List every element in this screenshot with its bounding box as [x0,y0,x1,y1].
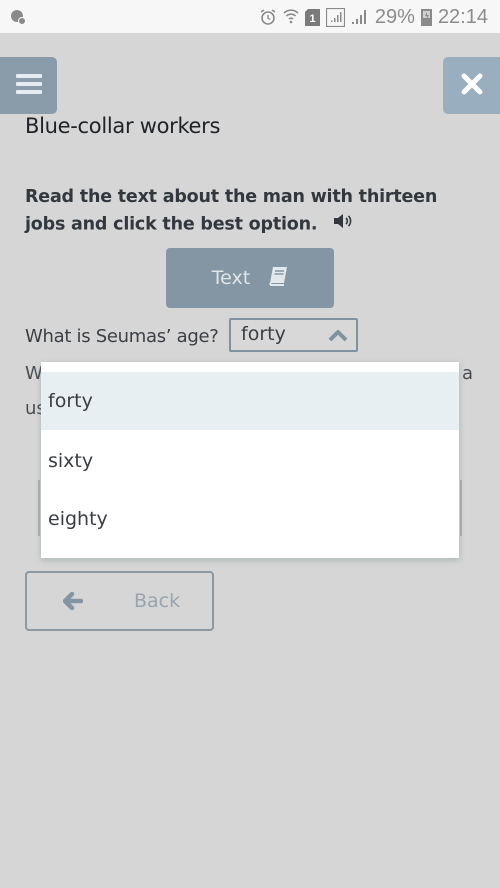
battery-percent: 29% [374,5,415,28]
alarm-icon [259,8,277,26]
notification-icon [10,9,26,25]
dropdown-option[interactable]: eighty [41,490,459,548]
option-label: eighty [48,508,108,530]
text-button[interactable]: Text [166,248,334,308]
back-button[interactable]: Back [25,571,214,631]
speaker-icon[interactable] [333,211,353,238]
clock: 22:14 [437,5,488,28]
hamburger-icon [15,73,42,99]
svg-text:1: 1 [309,13,315,25]
sim-icon: 1 [304,8,320,26]
select-value: forty [241,323,286,345]
text-button-label: Text [211,267,251,289]
instruction-text: Read the text about the man with thirtee… [25,184,475,239]
page-title: Blue-collar workers [25,114,221,138]
obscured-text: a [462,363,474,384]
close-button[interactable] [443,57,500,114]
signal-icon [351,8,369,26]
dropdown-option[interactable]: forty [41,372,459,430]
close-icon [461,73,483,99]
book-icon [268,266,288,290]
dropdown-option[interactable]: sixty [41,432,459,490]
arrow-left-icon [62,591,84,614]
signal-icon [325,7,345,27]
back-label: Back [134,590,181,612]
status-bar: 1 29% 22:14 [0,0,500,33]
age-dropdown-menu: forty sixty eighty [41,362,459,558]
chevron-up-icon [328,328,348,347]
wifi-icon [283,8,299,26]
option-label: sixty [48,450,94,472]
option-label: forty [48,390,93,412]
menu-button[interactable] [0,57,57,114]
instruction-label: Read the text about the man with thirtee… [25,187,438,235]
question-label: What is Seumas’ age? [25,326,219,347]
age-select[interactable]: forty [229,318,358,352]
battery-icon [420,8,432,26]
